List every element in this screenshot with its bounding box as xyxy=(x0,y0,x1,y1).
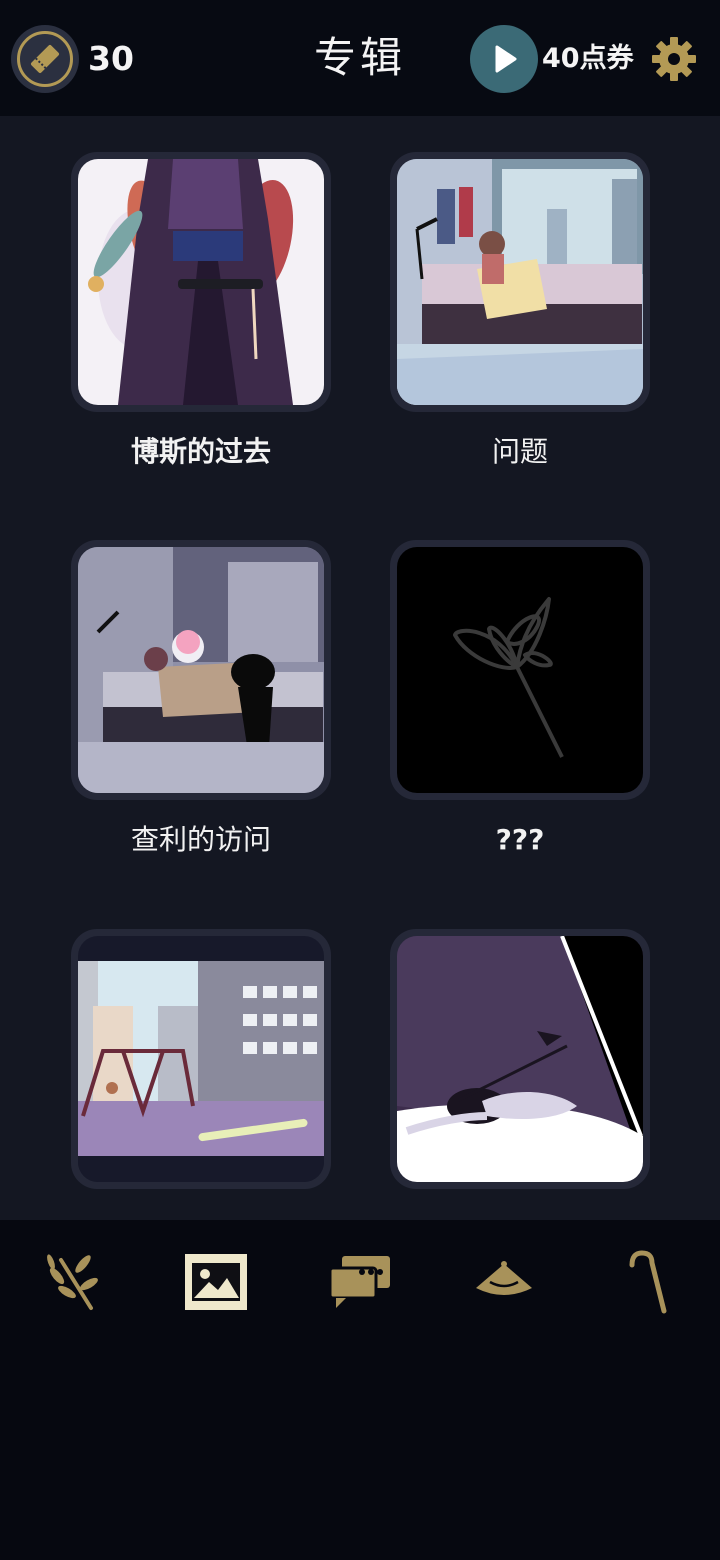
album-card-6[interactable] xyxy=(390,929,650,1189)
top-bar: 30 专辑 40点券 xyxy=(0,0,720,116)
play-ad-button[interactable] xyxy=(470,25,538,93)
hooded-figure-image xyxy=(78,159,324,405)
cane-icon xyxy=(629,1250,667,1314)
album-card-2[interactable] xyxy=(390,152,650,412)
album-card-1[interactable] xyxy=(71,152,331,412)
nav-tab-chat[interactable] xyxy=(324,1246,396,1318)
album-card-3[interactable] xyxy=(71,540,331,800)
nav-tab-olive-branch[interactable] xyxy=(37,1246,109,1318)
album-gallery: 博斯的过去 问题 查利的访问 ??? xyxy=(0,116,720,1220)
points-label: 40点券 xyxy=(542,43,634,74)
crawling-figure-image xyxy=(397,936,643,1182)
settings-button[interactable] xyxy=(650,35,698,83)
play-icon xyxy=(495,45,517,73)
chat-icon xyxy=(328,1256,390,1308)
gear-icon xyxy=(652,37,696,81)
album-card-4[interactable] xyxy=(390,540,650,800)
nav-tab-cane[interactable] xyxy=(612,1246,684,1318)
bedroom-image xyxy=(397,159,643,405)
album-caption-4: ??? xyxy=(495,823,545,856)
nav-tab-hat[interactable] xyxy=(468,1246,540,1318)
album-card-5[interactable] xyxy=(71,929,331,1189)
gallery-icon xyxy=(185,1254,247,1310)
nav-tab-gallery[interactable] xyxy=(180,1246,252,1318)
visit-bedroom-image xyxy=(78,547,324,793)
hat-icon xyxy=(476,1261,532,1295)
album-caption-1: 博斯的过去 xyxy=(130,435,271,468)
olive-branch-icon xyxy=(47,1254,98,1310)
playground-image xyxy=(78,936,324,1182)
locked-flower-image xyxy=(397,547,643,793)
album-caption-2: 问题 xyxy=(491,435,548,468)
bottom-nav xyxy=(0,1220,720,1560)
album-caption-3: 查利的访问 xyxy=(130,823,271,856)
